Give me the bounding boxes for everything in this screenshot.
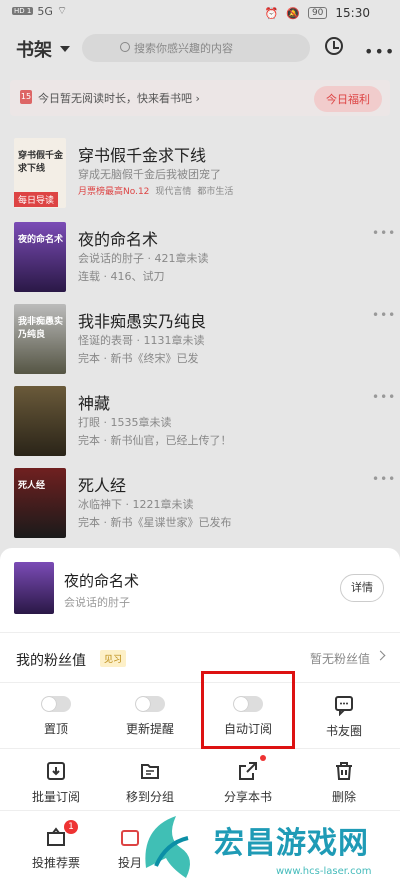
trash-icon — [333, 760, 355, 782]
book-title: 穿书假千金求下线 — [78, 146, 207, 165]
book-title: 我非痴愚实乃纯良 — [78, 312, 207, 331]
pin-toggle[interactable]: 置顶 — [6, 696, 106, 737]
book-cover[interactable] — [14, 386, 66, 456]
battery-indicator: 90 — [307, 7, 328, 19]
move-to-group-button[interactable]: 移到分组 — [100, 760, 200, 805]
book-item-3[interactable]: 神藏 打眼 · 1535章未读 完本 · 新书仙官，已经上传了！ ••• — [0, 386, 400, 466]
book-latest-chapter: 连载 · 416、试刀 — [78, 270, 165, 283]
book-latest-chapter: 完本 · 新书《星谍世家》已发布 — [78, 516, 232, 529]
sheet-book-title: 夜的命名术 — [64, 572, 140, 590]
fans-value-label: 我的粉丝值 — [16, 653, 86, 669]
calendar-icon: 15 — [20, 90, 32, 104]
page-title[interactable]: 书架 — [16, 36, 52, 62]
book-progress: 冰临神下 · 1221章未读 — [78, 498, 194, 511]
watermark-logo-icon — [145, 816, 190, 878]
search-input[interactable]: 搜索你感兴趣的内容 — [82, 34, 310, 62]
book-rank: 月票榜最高No.12 现代言情 都市生活 — [78, 187, 234, 197]
search-placeholder: 搜索你感兴趣的内容 — [134, 42, 233, 55]
wifi-icon: ⌔ — [56, 4, 68, 17]
chevron-right-icon[interactable] — [375, 650, 386, 661]
bookshelf-header: 书架 搜索你感兴趣的内容 ••• — [0, 30, 400, 70]
clock: 15:30 — [335, 6, 370, 20]
trial-badge: 见习 — [100, 650, 127, 667]
download-icon — [45, 760, 67, 782]
more-icon[interactable]: ••• — [372, 226, 396, 240]
share-book-button[interactable]: 分享本书 — [198, 760, 298, 805]
search-icon — [120, 42, 130, 52]
alarm-icon: ⏰ — [264, 6, 279, 20]
chevron-down-icon[interactable] — [60, 46, 70, 52]
more-icon[interactable]: ••• — [372, 308, 396, 322]
sheet-book-author: 会说话的肘子 — [64, 596, 130, 609]
mute-icon: 🔕 — [286, 6, 300, 20]
divider — [0, 748, 400, 749]
book-progress: 怪诞的表哥 · 1131章未读 — [78, 334, 205, 347]
watermark-text: 宏昌游戏网 — [214, 826, 369, 861]
divider — [0, 632, 400, 633]
share-icon — [237, 760, 259, 782]
batch-subscribe-button[interactable]: 批量订阅 — [6, 760, 106, 805]
sheet-book-cover — [14, 562, 54, 614]
book-title: 夜的命名术 — [78, 230, 159, 249]
detail-button[interactable]: 详情 — [340, 574, 384, 602]
book-cover[interactable]: 夜的命名术 — [14, 222, 66, 292]
book-latest-chapter: 完本 · 新书《终宋》已发 — [78, 352, 199, 365]
daily-guide-tag: 每日导读 — [14, 192, 59, 207]
book-subtitle: 穿成无脑假千金后我被团宠了 — [78, 168, 221, 181]
book-item-1[interactable]: 夜的命名术 夜的命名术 会说话的肘子 · 421章未读 连载 · 416、试刀 … — [0, 222, 400, 302]
signal1-indicator: 5G — [37, 4, 53, 18]
book-item-4[interactable]: 死人经 死人经 冰临神下 · 1221章未读 完本 · 新书《星谍世家》已发布 … — [0, 468, 400, 548]
book-item-2[interactable]: 我非痴愚实乃纯良 我非痴愚实乃纯良 怪诞的表哥 · 1131章未读 完本 · 新… — [0, 304, 400, 384]
fans-value-link[interactable]: 暂无粉丝值 — [310, 650, 370, 667]
folder-icon — [139, 760, 161, 782]
banner-text: 今日暂无阅读时长，快来看书吧 › — [38, 92, 200, 105]
book-title: 死人经 — [78, 476, 127, 495]
book-latest-chapter: 完本 · 新书仙官，已经上传了！ — [78, 434, 232, 447]
update-reminder-toggle[interactable]: 更新提醒 — [100, 696, 200, 737]
book-title: 神藏 — [78, 394, 111, 413]
sim1-indicator: HD 1 — [12, 7, 34, 15]
delete-button[interactable]: 删除 — [294, 760, 394, 805]
status-bar: HD 1 5G ⌔ ⏰ 🔕 90 15:30 — [0, 0, 400, 28]
vote-count-badge: 1 — [64, 820, 78, 834]
recommend-vote-button[interactable]: 投推荐票 — [6, 826, 106, 871]
more-icon[interactable]: ••• — [372, 390, 396, 404]
book-cover[interactable]: 我非痴愚实乃纯良 — [14, 304, 66, 374]
book-progress: 会说话的肘子 · 421章未读 — [78, 252, 209, 265]
book-progress: 打眼 · 1535章未读 — [78, 416, 172, 429]
toggle-switch[interactable] — [135, 696, 165, 712]
daily-benefit-button[interactable]: 今日福利 — [314, 86, 382, 112]
history-icon[interactable] — [325, 37, 343, 55]
toggle-switch[interactable] — [41, 696, 71, 712]
reading-time-banner[interactable]: 15 今日暂无阅读时长，快来看书吧 › 今日福利 — [10, 80, 390, 116]
book-circle-button[interactable]: 书友圈 — [294, 694, 394, 739]
divider — [0, 682, 400, 683]
notification-dot — [260, 755, 266, 761]
book-cover[interactable]: 死人经 — [14, 468, 66, 538]
chat-bubble-icon — [333, 694, 355, 717]
watermark-url: www.hcs-laser.com — [276, 866, 372, 877]
more-icon[interactable]: ••• — [372, 472, 396, 486]
book-item-0[interactable]: 穿书假千金求下线 每日导读 穿书假千金求下线 穿成无脑假千金后我被团宠了 月票榜… — [0, 138, 400, 218]
highlight-box — [201, 671, 295, 749]
more-icon[interactable]: ••• — [364, 42, 395, 61]
